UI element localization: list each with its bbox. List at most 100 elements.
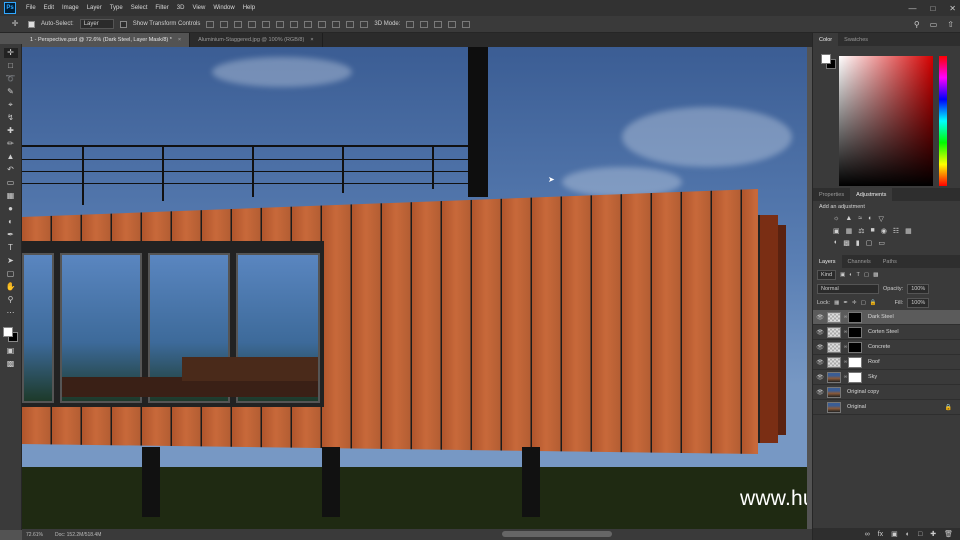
layer-mask-thumbnail[interactable] xyxy=(848,371,862,383)
quick-mask-icon[interactable]: ▣ xyxy=(4,346,18,356)
tab-channels[interactable]: Channels xyxy=(842,255,877,268)
share-icon[interactable]: ⇧ xyxy=(947,20,954,29)
type-tool-icon[interactable]: T xyxy=(4,243,18,253)
hue-saturation-icon[interactable]: ▦ xyxy=(846,227,853,235)
layer-mask-thumbnail[interactable] xyxy=(848,311,862,323)
tab-swatches[interactable]: Swatches xyxy=(838,33,874,46)
history-brush-tool-icon[interactable]: ↶ xyxy=(4,165,18,175)
link-layers-icon[interactable]: ∞ xyxy=(865,531,870,538)
delete-layer-icon[interactable]: 🗑 xyxy=(944,530,953,538)
layer-row-dark-steel[interactable]: 👁 ∞ Dark Steel xyxy=(813,310,960,325)
menu-help[interactable]: Help xyxy=(239,5,259,11)
path-select-tool-icon[interactable]: ➤ xyxy=(4,256,18,266)
marquee-tool-icon[interactable]: □ xyxy=(4,61,18,71)
align-middle-icon[interactable] xyxy=(220,20,229,28)
align-left-icon[interactable] xyxy=(248,20,257,28)
eye-icon[interactable]: 👁 xyxy=(813,374,827,381)
filter-smart-icon[interactable]: ▩ xyxy=(873,272,878,278)
menu-filter[interactable]: Filter xyxy=(151,5,172,11)
eye-icon[interactable]: 👁 xyxy=(813,344,827,351)
new-layer-icon[interactable]: ✚ xyxy=(930,530,936,538)
filter-type-icon[interactable]: T xyxy=(857,272,860,278)
healing-brush-tool-icon[interactable]: ✚ xyxy=(4,126,18,136)
distribute-middle-icon[interactable] xyxy=(304,20,313,28)
layer-style-icon[interactable]: fx xyxy=(878,531,883,538)
3d-scale-icon[interactable] xyxy=(462,20,471,28)
transform-controls-checkbox[interactable] xyxy=(119,20,127,28)
distribute-bottom-icon[interactable] xyxy=(318,20,327,28)
selective-color-icon[interactable]: ▢ xyxy=(866,239,873,247)
dodge-tool-icon[interactable]: ◐ xyxy=(4,217,18,227)
lock-transparent-icon[interactable]: ▦ xyxy=(834,300,839,306)
minimize-icon[interactable]: — xyxy=(908,4,916,13)
tab-perspective[interactable]: 1 - Perspective.psd @ 72.6% (Dark Steel,… xyxy=(22,33,191,47)
screen-mode-icon[interactable]: ▩ xyxy=(4,359,18,369)
menu-view[interactable]: View xyxy=(188,5,209,11)
distribute-right-icon[interactable] xyxy=(360,20,369,28)
eye-icon[interactable]: 👁 xyxy=(813,329,827,336)
lock-image-icon[interactable]: ✒ xyxy=(843,300,848,306)
menu-file[interactable]: File xyxy=(22,5,40,11)
tab-close-icon[interactable]: × xyxy=(178,37,181,43)
3d-pan-icon[interactable] xyxy=(434,20,443,28)
menu-edit[interactable]: Edit xyxy=(40,5,58,11)
layer-row-sky[interactable]: 👁 ∞ Sky xyxy=(813,370,960,385)
hand-tool-icon[interactable]: ✋ xyxy=(4,282,18,292)
rectangle-tool-icon[interactable]: ▢ xyxy=(4,269,18,279)
layer-row-original[interactable]: Original 🔒 xyxy=(813,400,960,415)
auto-select-checkbox[interactable] xyxy=(28,20,35,28)
align-top-icon[interactable] xyxy=(206,20,215,28)
filter-shape-icon[interactable]: ▢ xyxy=(864,272,869,278)
move-tool-icon[interactable]: ✛ xyxy=(8,19,22,29)
posterize-icon[interactable]: ▩ xyxy=(843,239,850,247)
filter-pixel-icon[interactable]: ▣ xyxy=(840,272,845,278)
distribute-left-icon[interactable] xyxy=(332,20,341,28)
layer-row-roof[interactable]: 👁 ∞ Roof xyxy=(813,355,960,370)
crop-tool-icon[interactable]: ⌖ xyxy=(4,100,18,110)
auto-select-target-dropdown[interactable]: Layer xyxy=(79,19,114,29)
menu-window[interactable]: Window xyxy=(209,5,238,11)
new-adjustment-icon[interactable]: ◐ xyxy=(906,531,910,538)
color-swatches[interactable] xyxy=(2,327,19,343)
distribute-top-icon[interactable] xyxy=(290,20,299,28)
layer-row-concrete[interactable]: 👁 ∞ Concrete xyxy=(813,340,960,355)
eyedropper-tool-icon[interactable]: ↯ xyxy=(4,113,18,123)
tab-adjustments[interactable]: Adjustments xyxy=(850,188,893,201)
tab-color[interactable]: Color xyxy=(813,33,839,46)
workspace-icon[interactable]: ▭ xyxy=(930,20,938,29)
align-center-icon[interactable] xyxy=(262,20,271,28)
opacity-field[interactable]: 100% xyxy=(907,284,930,294)
close-icon[interactable]: ✕ xyxy=(949,4,956,13)
zoom-level[interactable]: 72.61% xyxy=(26,532,43,538)
curves-icon[interactable]: ≈ xyxy=(858,215,862,223)
tab-properties[interactable]: Properties xyxy=(813,188,850,201)
brush-tool-icon[interactable]: ✏ xyxy=(4,139,18,149)
gradient-tool-icon[interactable]: ▦ xyxy=(4,191,18,201)
menu-type[interactable]: Type xyxy=(106,5,127,11)
gradient-map-icon[interactable]: ▭ xyxy=(878,239,885,247)
invert-icon[interactable]: ◖ xyxy=(833,239,837,247)
layer-row-original-copy[interactable]: 👁 Original copy xyxy=(813,385,960,400)
align-right-icon[interactable] xyxy=(276,20,285,28)
quick-select-tool-icon[interactable]: ✎ xyxy=(4,87,18,97)
lock-all-icon[interactable]: 🔒 xyxy=(870,300,877,306)
edit-toolbar-icon[interactable]: ⋯ xyxy=(4,308,18,318)
maximize-icon[interactable]: □ xyxy=(930,4,935,13)
eye-icon[interactable]: 👁 xyxy=(813,389,827,396)
exposure-icon[interactable]: ◐ xyxy=(868,215,872,223)
eraser-tool-icon[interactable]: ▭ xyxy=(4,178,18,188)
distribute-center-icon[interactable] xyxy=(346,20,355,28)
layer-row-corten-steel[interactable]: 👁 ∞ Corten Steel xyxy=(813,325,960,340)
hue-slider[interactable] xyxy=(939,56,947,186)
3d-orbit-icon[interactable] xyxy=(406,20,415,28)
levels-icon[interactable]: ▲ xyxy=(845,215,852,223)
eye-icon[interactable]: 👁 xyxy=(813,359,827,366)
add-mask-icon[interactable]: ▣ xyxy=(891,530,898,538)
channel-mixer-icon[interactable]: ☷ xyxy=(893,227,899,235)
foreground-color-swatch[interactable] xyxy=(2,327,13,337)
doc-size[interactable]: Doc: 152.2M/518.4M xyxy=(55,532,101,538)
tab-paths[interactable]: Paths xyxy=(877,255,903,268)
color-lookup-icon[interactable]: ▦ xyxy=(905,227,912,235)
menu-image[interactable]: Image xyxy=(58,5,83,11)
3d-slide-icon[interactable] xyxy=(448,20,457,28)
